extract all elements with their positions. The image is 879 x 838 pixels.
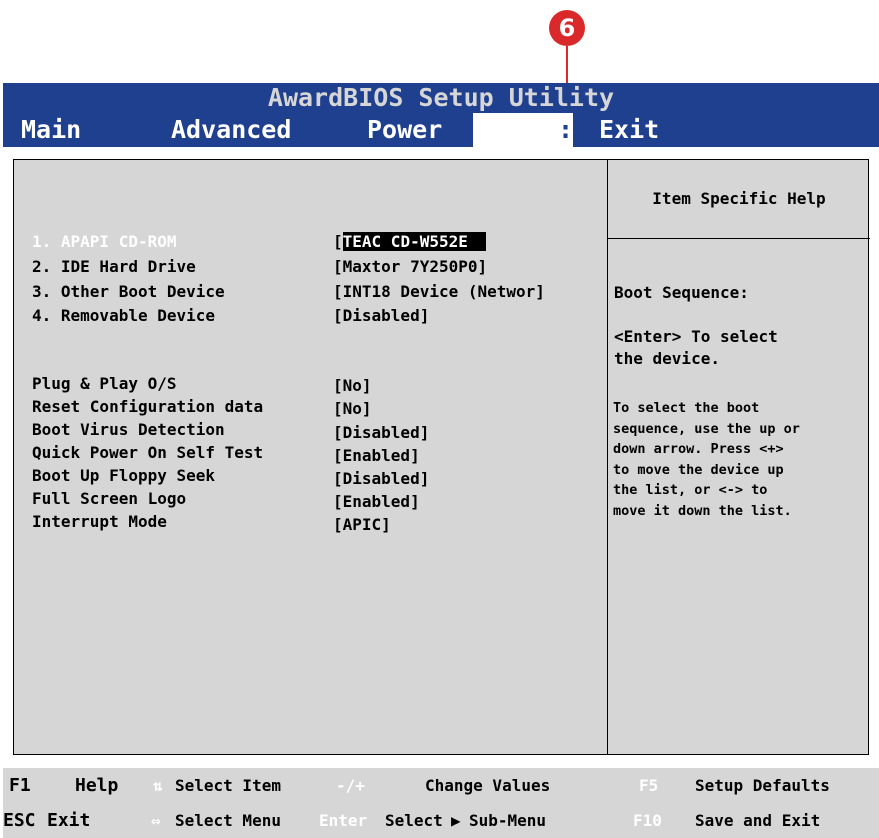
help-desc-line: To select the boot [613, 400, 760, 416]
setting-reset-config-value[interactable]: [No] [333, 399, 372, 418]
leftright-arrows-icon: ⇔ [151, 811, 161, 830]
key-f1: F1 [9, 775, 31, 796]
main-area: 1. APAPI CD-ROM [TEAC CD-W552E 2. IDE Ha… [3, 147, 879, 768]
key-submenu-desc: Sub-Menu [469, 811, 547, 830]
boot-device-2-label[interactable]: 2. IDE Hard Drive [32, 257, 196, 276]
setting-quick-post-label[interactable]: Quick Power On Self Test [32, 443, 263, 462]
setting-full-screen-logo-value[interactable]: [Enabled] [333, 492, 420, 511]
setting-interrupt-mode-label[interactable]: Interrupt Mode [32, 512, 167, 531]
bios-title: AwardBIOS Setup Utility [267, 83, 615, 112]
key-f10: F10 [633, 811, 662, 830]
boot-device-2-value[interactable]: [Maxtor 7Y250P0] [333, 257, 487, 276]
key-f5-desc: Setup Defaults [695, 776, 830, 795]
key-arrows-desc: Select Item [175, 776, 281, 795]
setting-boot-virus-label[interactable]: Boot Virus Detection [32, 420, 225, 439]
tab-power[interactable]: Power [367, 113, 442, 147]
setting-full-screen-logo-label[interactable]: Full Screen Logo [32, 489, 186, 508]
tab-boot[interactable]: : [473, 113, 573, 147]
key-f1-desc: Help [75, 775, 119, 796]
setting-quick-post-value[interactable]: [Enabled] [333, 446, 420, 465]
setting-interrupt-mode-value[interactable]: [APIC] [333, 515, 391, 534]
boot-device-4-label[interactable]: 4. Removable Device [32, 306, 215, 325]
boot-device-4-value[interactable]: [Disabled] [333, 306, 429, 325]
help-desc-line: move it down the list. [613, 502, 792, 519]
setting-pnp-os-value[interactable]: [No] [333, 376, 372, 395]
tab-main[interactable]: Main [21, 113, 81, 147]
bracket-open: [ [333, 232, 343, 251]
tab-boot-label: : [557, 115, 573, 144]
triangle-right-icon: ▶ [451, 811, 461, 830]
setting-floppy-seek-value[interactable]: [Disabled] [333, 469, 429, 488]
key-f5: F5 [639, 776, 659, 795]
boot-device-3-value[interactable]: [INT18 Device (Networ] [333, 282, 545, 301]
boot-device-1-value[interactable]: [TEAC CD-W552E [333, 232, 486, 251]
settings-panel: 1. APAPI CD-ROM [TEAC CD-W552E 2. IDE Ha… [13, 159, 870, 755]
key-enter: Enter [319, 811, 368, 830]
callout-marker: 6 [549, 10, 585, 46]
key-legend-row-2: ESC Exit ⇔ Select Menu Enter Select ▶ Su… [3, 803, 879, 838]
key-f10-desc: Save and Exit [695, 811, 821, 830]
key-legend: F1 Help ⇅ Select Item -/+ Change Values … [3, 768, 879, 838]
setting-reset-config-label[interactable]: Reset Configuration data [32, 397, 263, 416]
help-heading: Boot Sequence: [614, 283, 749, 302]
help-title: Item Specific Help [608, 160, 870, 239]
help-panel: Item Specific Help Boot Sequence: <Enter… [607, 160, 870, 754]
key-leftright-desc: Select Menu [175, 811, 281, 830]
boot-device-1-selected[interactable]: TEAC CD-W552E [342, 232, 486, 251]
tab-exit[interactable]: Exit [599, 113, 659, 147]
boot-device-3-label[interactable]: 3. Other Boot Device [32, 282, 225, 301]
menu-bar: Main Advanced Power : Exit [3, 113, 879, 147]
setting-floppy-seek-label[interactable]: Boot Up Floppy Seek [32, 466, 215, 485]
key-enter-desc: Select [385, 811, 443, 830]
key-plus-minus: -/+ [336, 776, 365, 795]
help-desc-line: sequence, use the up or [613, 420, 800, 437]
setting-pnp-os-label[interactable]: Plug & Play O/S [32, 374, 177, 393]
setting-boot-virus-value[interactable]: [Disabled] [333, 423, 429, 442]
help-desc-line: to move the device up [613, 461, 784, 478]
help-description: To select the boot sequence, use the up … [613, 398, 868, 521]
key-esc: ESC [3, 810, 36, 831]
bios-title-bar: AwardBIOS Setup Utility [3, 83, 879, 113]
help-desc-line: the list, or <-> to [613, 482, 768, 498]
key-plus-minus-desc: Change Values [425, 776, 551, 795]
key-esc-desc: Exit [47, 810, 91, 831]
boot-device-1-label[interactable]: 1. APAPI CD-ROM [32, 232, 177, 251]
help-desc-line: down arrow. Press <+> [613, 441, 784, 457]
help-line-enter: <Enter> To select [614, 327, 778, 346]
help-line-device: the device. [614, 349, 720, 368]
updown-arrows-icon: ⇅ [153, 776, 163, 795]
tab-advanced[interactable]: Advanced [171, 113, 291, 147]
key-legend-row-1: F1 Help ⇅ Select Item -/+ Change Values … [3, 768, 879, 803]
